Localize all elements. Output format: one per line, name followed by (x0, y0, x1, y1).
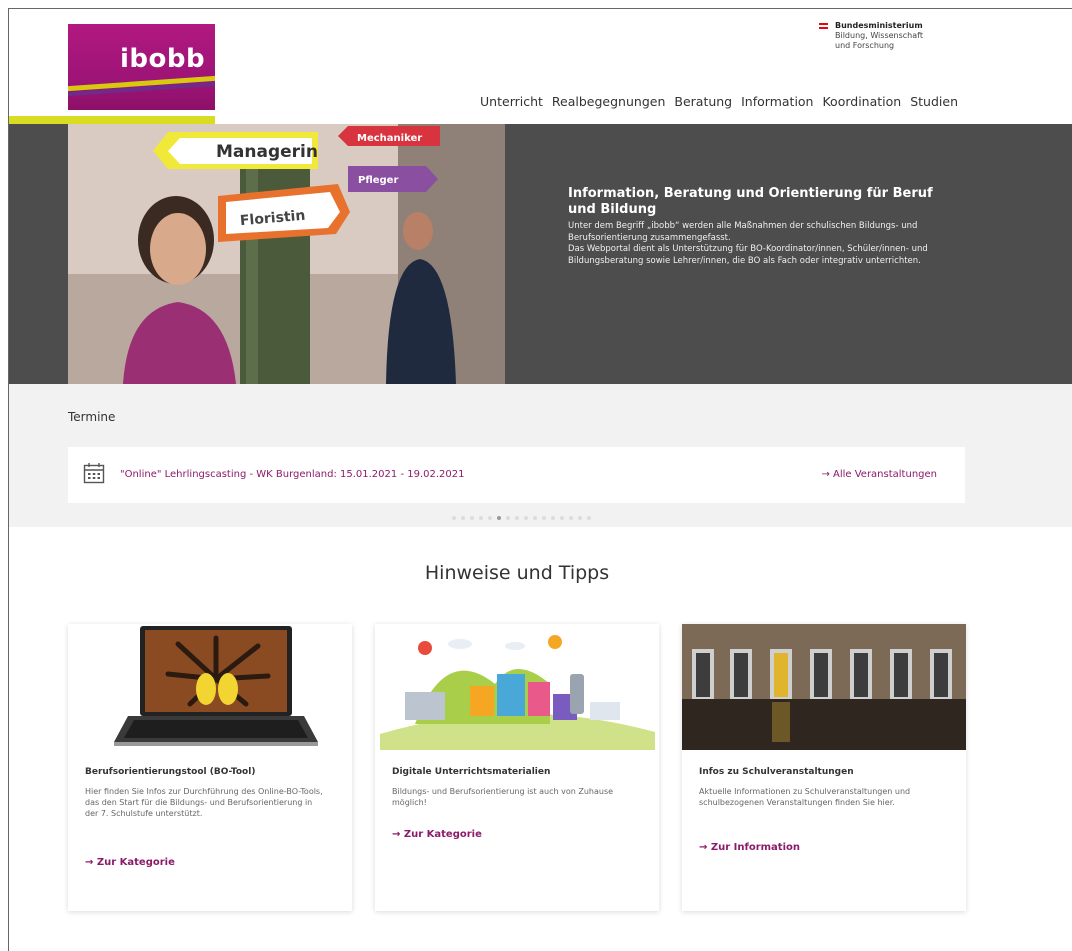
nav-item-beratung[interactable]: Beratung (674, 94, 732, 109)
carousel-dot[interactable] (515, 516, 519, 520)
carousel-dot[interactable] (587, 516, 591, 520)
card-title: Digitale Unterrichtsmaterialien (392, 767, 551, 777)
ministry-title: Bundesministerium (835, 21, 923, 30)
carousel-dot[interactable] (470, 516, 474, 520)
carousel-dots (452, 516, 591, 520)
ministry-logo[interactable]: Bundesministerium Bildung, Wissenschaft … (819, 21, 969, 51)
sign-pfleger: Pfleger (358, 175, 398, 186)
nav-item-koordination[interactable]: Koordination (822, 94, 901, 109)
logo-text: ibobb (120, 44, 206, 74)
hero-illustration: Managerin Mechaniker Pfleger Floristin (68, 124, 505, 384)
carousel-dot[interactable] (560, 516, 564, 520)
nav-item-studien[interactable]: Studien (910, 94, 958, 109)
card-link-zur-kategorie[interactable]: → Zur Kategorie (85, 857, 175, 868)
card-image-laptop (68, 624, 352, 750)
card-text: Hier finden Sie Infos zur Durchführung d… (85, 787, 323, 818)
card-text: Aktuelle Informationen zu Schulveranstal… (699, 787, 911, 807)
card-title: Berufsorientierungstool (BO-Tool) (85, 767, 256, 777)
card-bo-tool[interactable]: Berufsorientierungstool (BO-Tool) Hier f… (68, 624, 352, 911)
page-frame: ibobb Bundesministerium Bildung, Wissens… (8, 8, 1072, 951)
hero-title: Information, Beratung und Orientierung f… (568, 186, 933, 217)
card-title: Infos zu Schulveranstaltungen (699, 767, 854, 777)
carousel-dot[interactable] (506, 516, 510, 520)
section-title-hinweise: Hinweise und Tipps (424, 562, 610, 584)
hero-banner: Managerin Mechaniker Pfleger Floristin I… (9, 124, 1072, 384)
hero-text: Information, Beratung und Orientierung f… (568, 186, 948, 267)
event-card: "Online" Lehrlingscasting - WK Burgenlan… (68, 447, 965, 503)
carousel-dot[interactable] (452, 516, 456, 520)
card-image-digital-city (375, 624, 659, 750)
termine-section: Termine "Online" Lehrlingscasting - WK B… (9, 384, 1072, 527)
all-events-link[interactable]: → Alle Veranstaltungen (821, 469, 937, 480)
hero-body-2: Das Webportal dient als Unterstützung fü… (568, 244, 928, 266)
hero-image: Managerin Mechaniker Pfleger Floristin (68, 124, 505, 384)
carousel-dot[interactable] (533, 516, 537, 520)
ministry-line2: und Forschung (835, 41, 895, 50)
ibobb-logo[interactable]: ibobb (68, 24, 215, 110)
ministry-line1: Bildung, Wissenschaft (835, 31, 923, 40)
card-digitale-materialien[interactable]: Digitale Unterrichtsmaterialien Bildungs… (375, 624, 659, 911)
carousel-dot[interactable] (542, 516, 546, 520)
carousel-dot[interactable] (479, 516, 483, 520)
austrian-flag-icon (819, 23, 828, 30)
nav-item-unterricht[interactable]: Unterricht (480, 94, 543, 109)
card-text: Bildungs- und Berufsorientierung ist auc… (392, 787, 614, 807)
card-link-zur-information[interactable]: → Zur Information (699, 842, 800, 853)
hero-body-1: Unter dem Begriff „ibobb“ werden alle Ma… (568, 221, 918, 243)
card-schulveranstaltungen[interactable]: Infos zu Schulveranstaltungen Aktuelle I… (682, 624, 966, 911)
main-nav: Unterricht Realbegegnungen Beratung Info… (480, 94, 958, 109)
carousel-dot[interactable] (488, 516, 492, 520)
sign-managerin: Managerin (216, 142, 318, 162)
card-link-zur-kategorie[interactable]: → Zur Kategorie (392, 829, 482, 840)
event-title-link[interactable]: "Online" Lehrlingscasting - WK Burgenlan… (120, 469, 464, 480)
termine-heading: Termine (68, 410, 116, 424)
nav-item-realbegegnungen[interactable]: Realbegegnungen (552, 94, 665, 109)
carousel-dot[interactable] (551, 516, 555, 520)
carousel-dot[interactable] (524, 516, 528, 520)
nav-item-information[interactable]: Information (741, 94, 813, 109)
sign-mechaniker: Mechaniker (357, 133, 422, 144)
calendar-icon (83, 463, 105, 484)
card-image-doors (682, 624, 966, 750)
carousel-dot-active[interactable] (497, 516, 501, 520)
carousel-dot[interactable] (578, 516, 582, 520)
carousel-dot[interactable] (569, 516, 573, 520)
carousel-dot[interactable] (461, 516, 465, 520)
